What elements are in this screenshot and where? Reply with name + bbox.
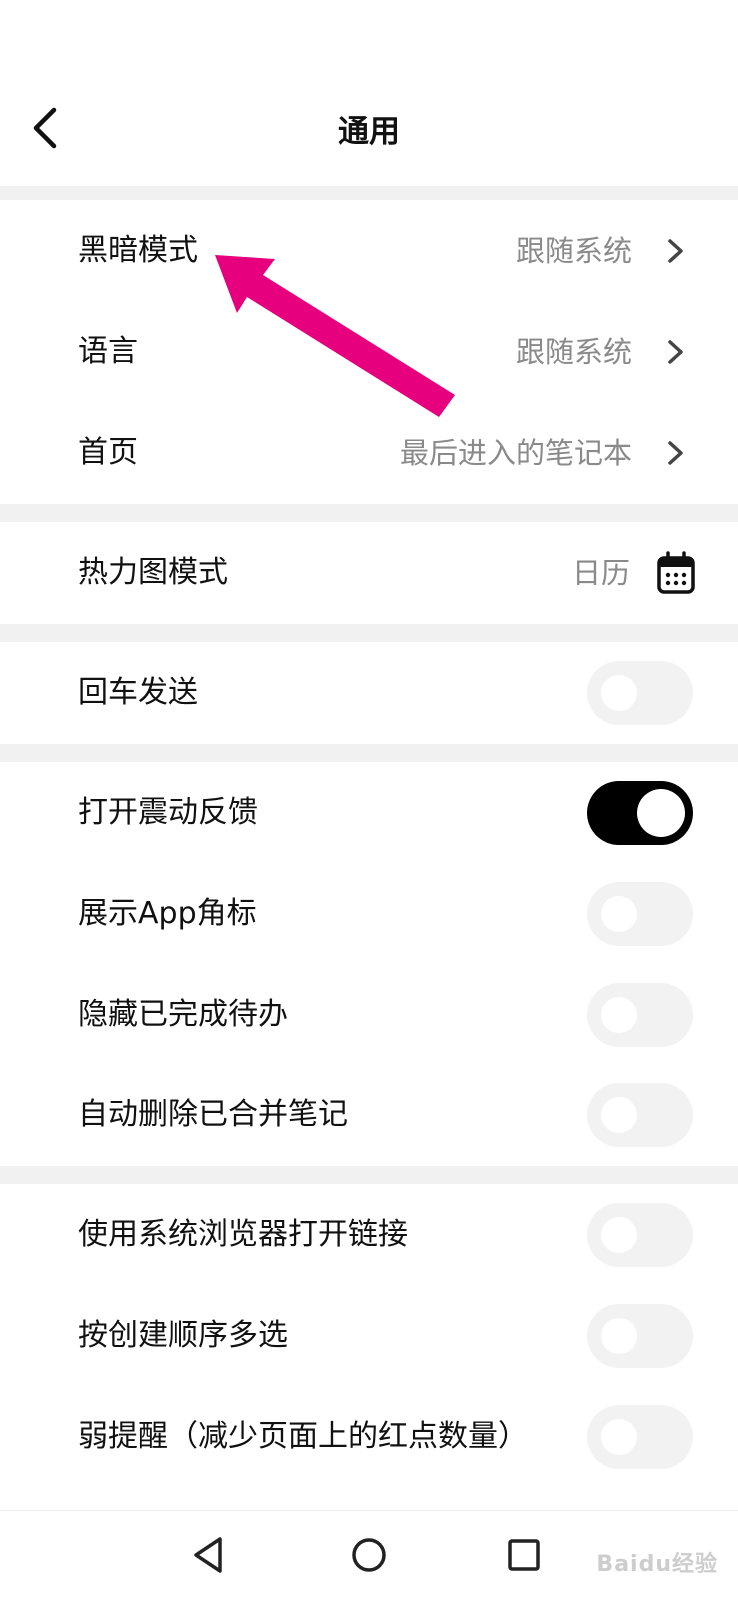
toggle-switch[interactable] [587, 781, 693, 845]
section-display: 黑暗模式 跟随系统 语言 跟随系统 首页 最后进入的笔记本 [0, 200, 738, 504]
toggle-knob [601, 1318, 637, 1354]
separator [0, 744, 738, 762]
setting-row-app-badge: 展示App角标 [0, 863, 738, 965]
section-input: 回车发送 [0, 642, 738, 744]
setting-value: 跟随系统 [515, 335, 632, 369]
setting-label: 热力图模式 [78, 555, 228, 590]
toggle-switch[interactable] [587, 1203, 693, 1267]
chevron-right-icon [664, 334, 688, 370]
separator [0, 1166, 738, 1184]
nav-recents-button[interactable] [500, 1531, 548, 1579]
toggle-knob [601, 1217, 637, 1253]
setting-row-hide-done-todos: 隐藏已完成待办 [0, 964, 738, 1066]
calendar-icon [656, 551, 696, 595]
watermark: Baidu经验 [596, 1552, 718, 1577]
toggle-knob [601, 997, 637, 1033]
triangle-back-icon [194, 1537, 222, 1573]
toggle-switch[interactable] [587, 983, 693, 1047]
setting-label: 回车发送 [78, 675, 198, 710]
setting-row-home[interactable]: 首页 最后进入的笔记本 [0, 402, 738, 504]
section-misc: 使用系统浏览器打开链接 按创建顺序多选 弱提醒（减少页面上的红点数量） [0, 1184, 738, 1510]
toggle-knob [601, 896, 637, 932]
header: 通用 [0, 0, 738, 186]
chevron-right-icon [664, 233, 688, 269]
circle-home-icon [352, 1538, 386, 1572]
nav-home-button[interactable] [345, 1531, 393, 1579]
nav-back-button[interactable] [186, 1531, 234, 1579]
setting-label: 语言 [78, 334, 138, 369]
toggle-knob [601, 1419, 637, 1455]
toggle-knob [601, 1097, 637, 1133]
toggle-knob [637, 789, 685, 837]
setting-label: 首页 [78, 435, 138, 470]
setting-label: 弱提醒（减少页面上的红点数量） [78, 1419, 528, 1454]
setting-label: 自动删除已合并笔记 [78, 1097, 348, 1132]
setting-row-vibration: 打开震动反馈 [0, 762, 738, 864]
toggle-switch[interactable] [587, 1083, 693, 1147]
system-nav-bar: Baidu经验 [0, 1510, 738, 1600]
separator [0, 504, 738, 522]
setting-label: 使用系统浏览器打开链接 [78, 1217, 408, 1252]
setting-label: 按创建顺序多选 [78, 1318, 288, 1353]
toggle-knob [601, 675, 637, 711]
setting-row-language[interactable]: 语言 跟随系统 [0, 301, 738, 403]
page-title: 通用 [338, 114, 400, 150]
section-heatmap: 热力图模式 日历 [0, 522, 738, 624]
setting-value: 跟随系统 [515, 234, 632, 268]
square-recents-icon [508, 1539, 540, 1571]
setting-value: 日历 [571, 556, 630, 590]
setting-label: 展示App角标 [78, 896, 257, 931]
setting-label: 隐藏已完成待办 [78, 997, 288, 1032]
setting-row-weak-reminder: 弱提醒（减少页面上的红点数量） [0, 1386, 738, 1488]
setting-row-dark-mode[interactable]: 黑暗模式 跟随系统 [0, 200, 738, 302]
section-behaviour: 打开震动反馈 展示App角标 隐藏已完成待办 自动删除已合并笔记 [0, 762, 738, 1166]
setting-row-enter-send: 回车发送 [0, 642, 738, 744]
toggle-switch[interactable] [587, 1405, 693, 1469]
toggle-switch[interactable] [587, 1304, 693, 1368]
separator [0, 186, 738, 200]
setting-row-heatmap-mode[interactable]: 热力图模式 日历 [0, 522, 738, 624]
separator [0, 624, 738, 642]
setting-value: 最后进入的笔记本 [399, 436, 632, 470]
setting-row-auto-delete-merged: 自动删除已合并笔记 [0, 1064, 738, 1166]
setting-label: 打开震动反馈 [78, 795, 258, 830]
chevron-right-icon [664, 435, 688, 471]
toggle-switch[interactable] [587, 882, 693, 946]
setting-label: 黑暗模式 [78, 233, 198, 268]
setting-row-system-browser: 使用系统浏览器打开链接 [0, 1184, 738, 1286]
toggle-switch[interactable] [587, 661, 693, 725]
setting-row-multiselect-order: 按创建顺序多选 [0, 1285, 738, 1387]
settings-screen: 通用 黑暗模式 跟随系统 语言 跟随系统 首页 最后进入的笔记本 热力图模式 日… [0, 0, 738, 1600]
